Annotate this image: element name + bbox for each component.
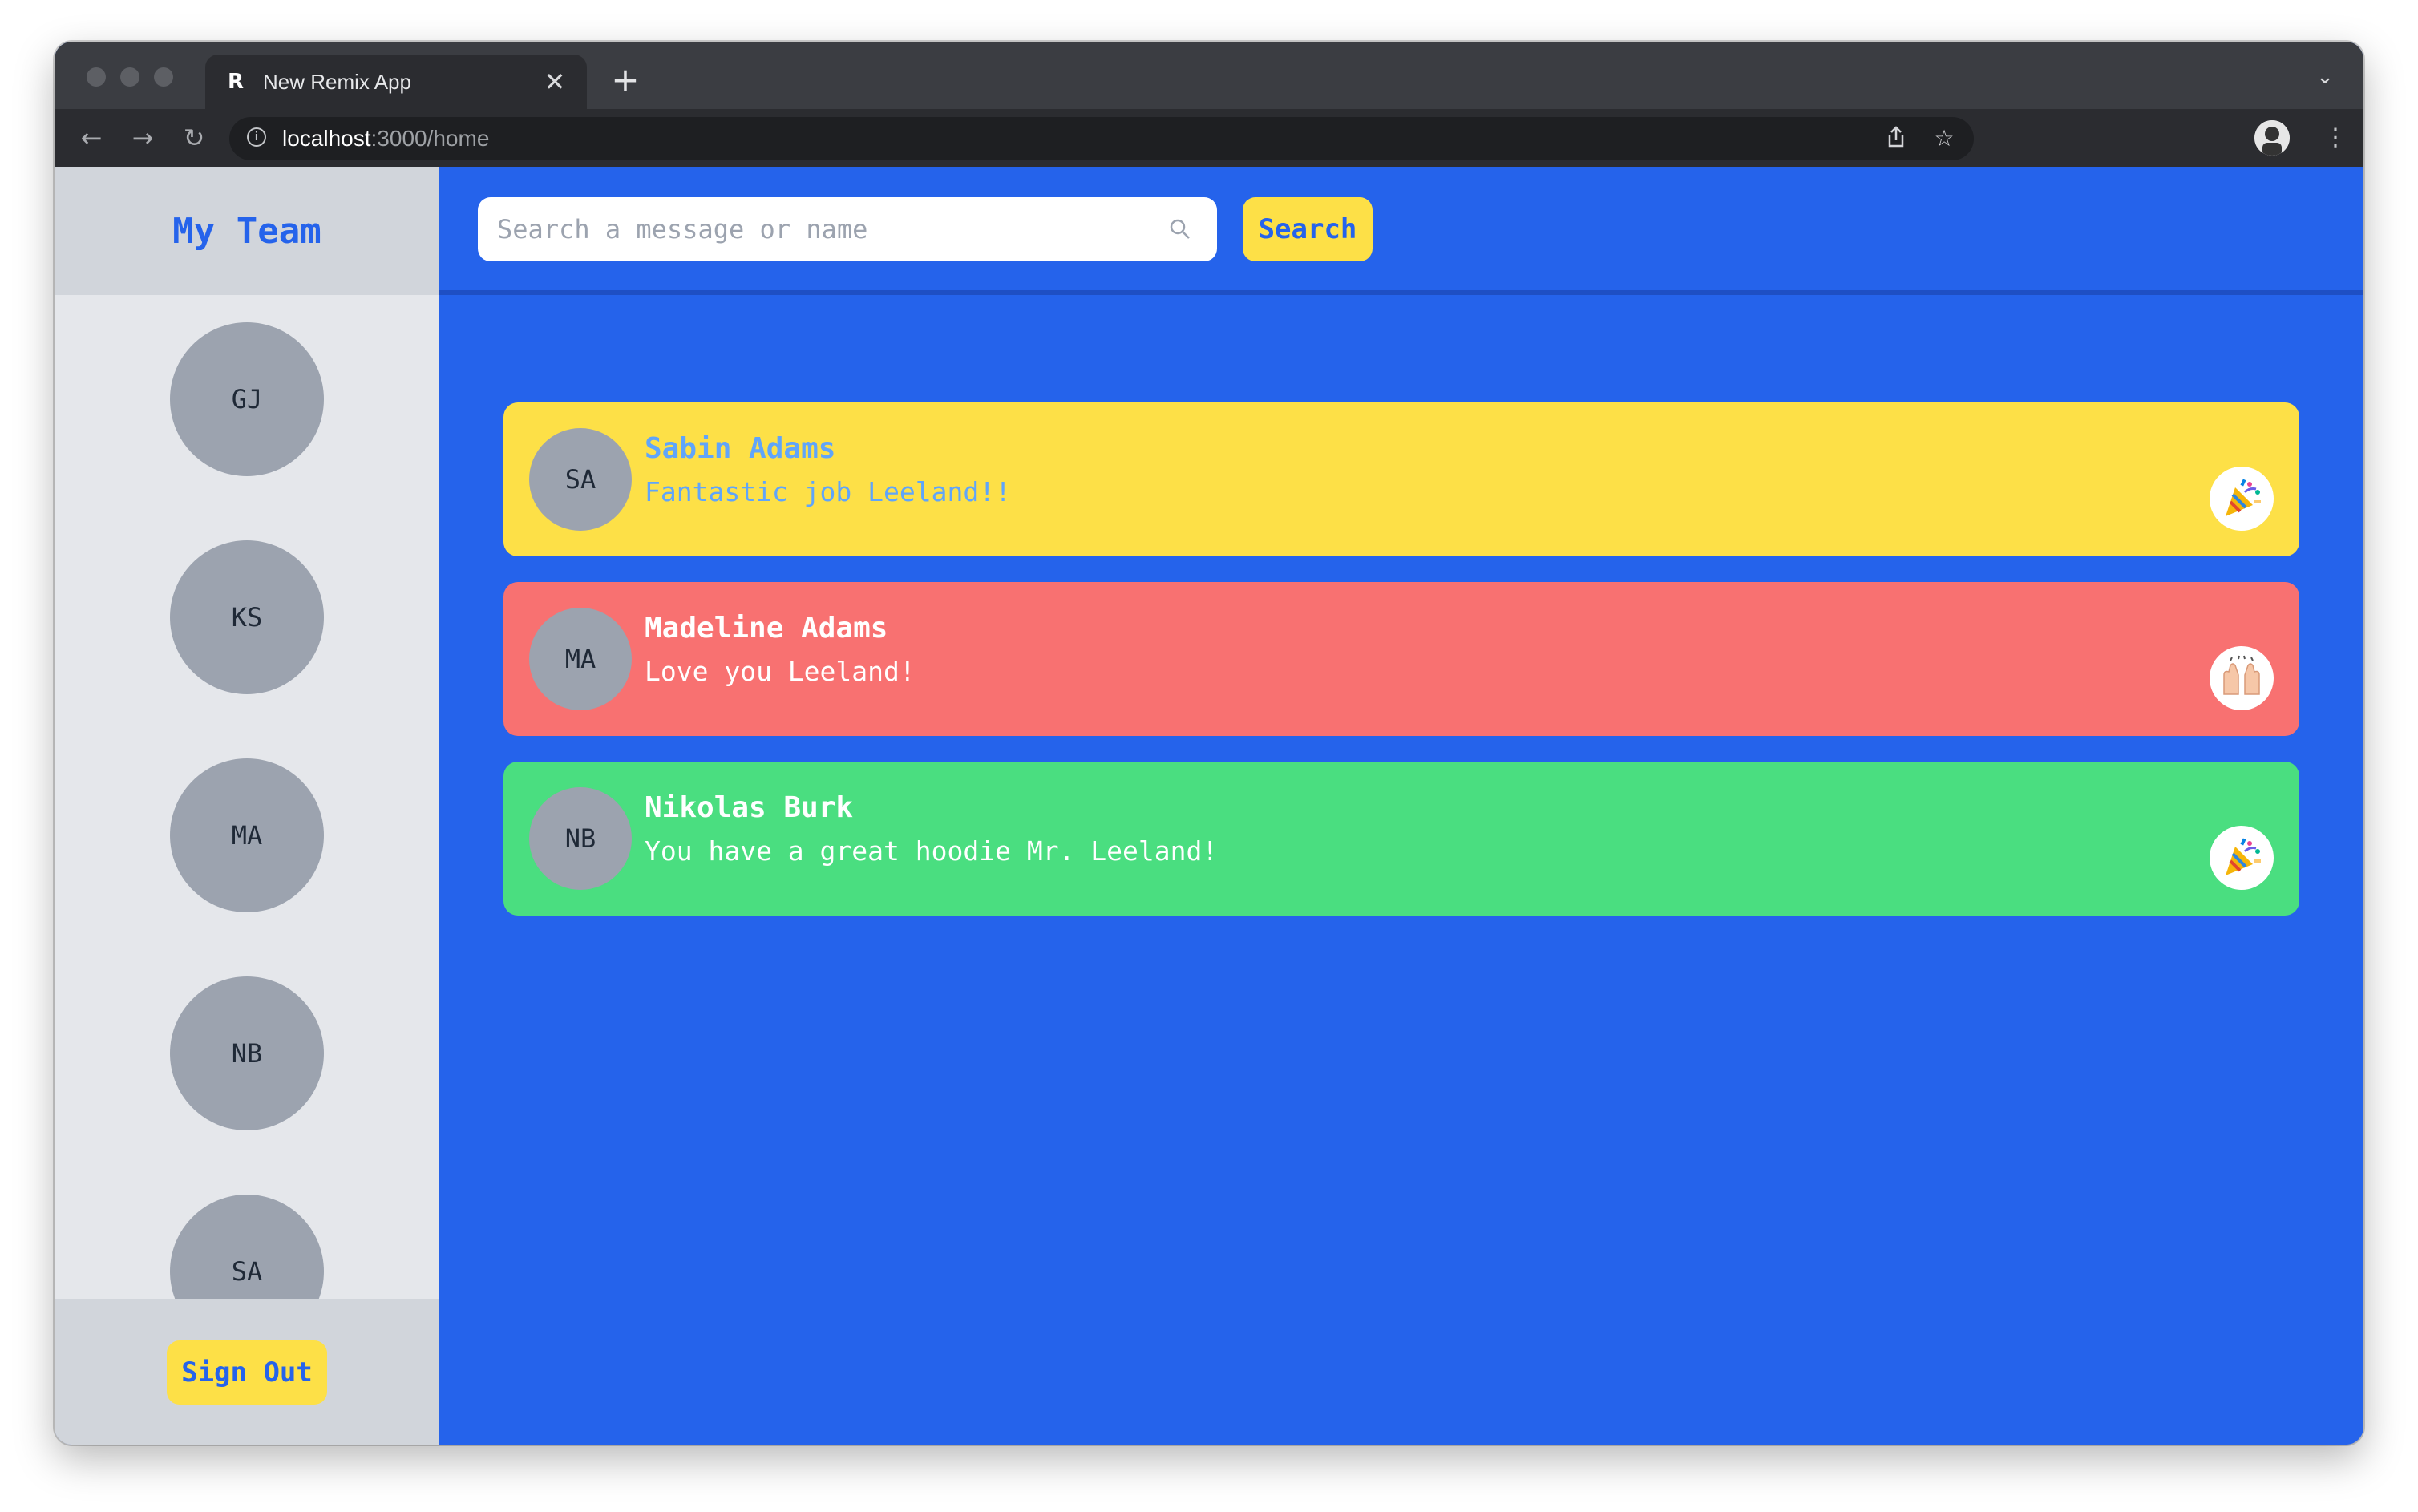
member-initials: SA bbox=[231, 1256, 263, 1287]
tab-strip: R New Remix App ✕ + ⌄ bbox=[55, 42, 2363, 109]
main-content: Search SA Sabin Adams Fantastic job Leel… bbox=[439, 167, 2363, 1445]
search-button[interactable]: Search bbox=[1243, 197, 1373, 261]
party-popper-icon bbox=[2210, 826, 2274, 890]
profile-avatar-icon[interactable] bbox=[2254, 120, 2290, 156]
bookmark-star-icon[interactable]: ☆ bbox=[1931, 125, 1958, 152]
party-popper-glyph bbox=[2226, 838, 2261, 875]
app-page: My Team GJ KS MA NB SA Sign Out Search a… bbox=[55, 167, 2363, 1445]
maximize-window-button[interactable] bbox=[154, 67, 173, 87]
kudo-card: SA Sabin Adams Fantastic job Leeland!! bbox=[503, 402, 2299, 556]
sidebar-header: My Team bbox=[55, 167, 439, 295]
search-input[interactable] bbox=[478, 197, 1167, 261]
kudo-author-avatar: SA bbox=[529, 428, 632, 531]
search-bar: Search bbox=[439, 167, 2363, 295]
window-controls bbox=[87, 67, 173, 87]
browser-menu-icon[interactable]: ⋮ bbox=[2323, 120, 2347, 156]
raising-hands-icon bbox=[2210, 646, 2274, 710]
member-initials: KS bbox=[231, 602, 263, 633]
close-tab-icon[interactable]: ✕ bbox=[540, 67, 569, 96]
tab-search-chevron-icon[interactable]: ⌄ bbox=[2311, 63, 2339, 91]
sidebar-footer: Sign Out bbox=[55, 1299, 439, 1445]
team-sidebar: My Team GJ KS MA NB SA Sign Out bbox=[55, 167, 439, 1445]
remix-logo-icon: R bbox=[227, 70, 245, 94]
kudo-author-initials: SA bbox=[564, 464, 596, 495]
member-avatar[interactable]: SA bbox=[170, 1195, 324, 1299]
kudo-author-avatar: NB bbox=[529, 787, 632, 890]
profile-glyph bbox=[2254, 120, 2290, 156]
kudo-message: Fantastic job Leeland!! bbox=[645, 476, 1011, 507]
url-text[interactable]: localhost:3000/home bbox=[282, 127, 489, 151]
member-avatar[interactable]: GJ bbox=[170, 322, 324, 476]
member-initials: GJ bbox=[231, 384, 263, 414]
kudo-author-name: Madeline Adams bbox=[645, 612, 888, 645]
new-tab-button[interactable]: + bbox=[608, 63, 643, 98]
address-bar[interactable]: i localhost:3000/home ☆ bbox=[229, 117, 1974, 160]
member-initials: NB bbox=[231, 1038, 263, 1069]
forward-arrow-icon[interactable]: → bbox=[125, 120, 160, 156]
party-popper-icon bbox=[2210, 467, 2274, 531]
sidebar-title: My Team bbox=[172, 210, 321, 252]
kudo-card: NB Nikolas Burk You have a great hoodie … bbox=[503, 762, 2299, 916]
share-icon[interactable] bbox=[1882, 125, 1910, 152]
kudo-message: You have a great hoodie Mr. Leeland! bbox=[645, 835, 1219, 867]
tab-new-remix-app[interactable]: R New Remix App ✕ bbox=[205, 55, 587, 109]
sign-out-button[interactable]: Sign Out bbox=[167, 1340, 327, 1405]
site-info-icon[interactable]: i bbox=[247, 127, 266, 147]
browser-window: R New Remix App ✕ + ⌄ ← → ↻ i localhost:… bbox=[55, 42, 2363, 1445]
kudo-author-avatar: MA bbox=[529, 608, 632, 710]
close-window-button[interactable] bbox=[87, 67, 106, 87]
member-avatar[interactable]: KS bbox=[170, 540, 324, 694]
back-arrow-icon[interactable]: ← bbox=[74, 120, 109, 156]
share-glyph bbox=[1888, 126, 1904, 148]
search-icon bbox=[1170, 219, 1190, 239]
kudo-author-name: Sabin Adams bbox=[645, 432, 836, 465]
reload-icon[interactable]: ↻ bbox=[176, 120, 212, 156]
kudo-card: MA Madeline Adams Love you Leeland! bbox=[503, 582, 2299, 736]
kudo-author-name: Nikolas Burk bbox=[645, 791, 854, 824]
tab-title: New Remix App bbox=[263, 70, 411, 94]
kudo-author-initials: NB bbox=[564, 823, 596, 854]
minimize-window-button[interactable] bbox=[120, 67, 140, 87]
team-member-list[interactable]: GJ KS MA NB SA bbox=[55, 295, 439, 1299]
member-initials: MA bbox=[231, 820, 263, 851]
member-avatar[interactable]: NB bbox=[170, 976, 324, 1130]
search-field[interactable] bbox=[478, 197, 1217, 261]
party-popper-glyph bbox=[2226, 479, 2261, 516]
member-avatar[interactable]: MA bbox=[170, 758, 324, 912]
browser-toolbar: ← → ↻ i localhost:3000/home ☆ ⋮ bbox=[55, 109, 2363, 167]
kudo-author-initials: MA bbox=[564, 644, 596, 674]
raising-hands-glyph bbox=[2223, 655, 2260, 695]
kudo-message: Love you Leeland! bbox=[645, 656, 916, 687]
